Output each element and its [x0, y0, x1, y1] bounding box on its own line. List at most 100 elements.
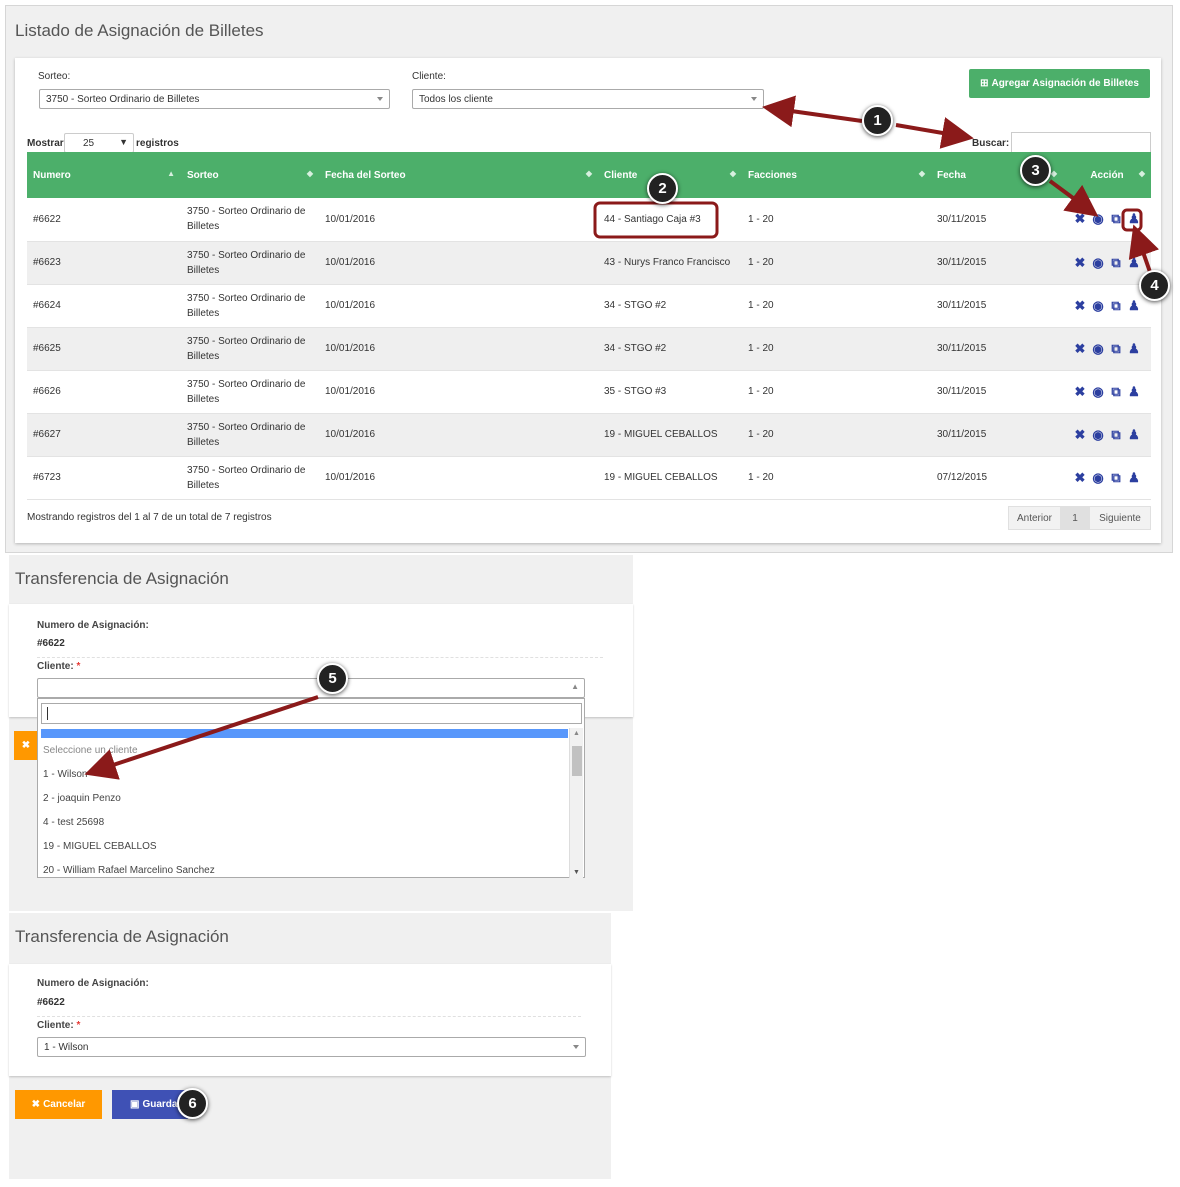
page-size-select[interactable]: 25 ▼: [64, 133, 134, 153]
external-link-icon[interactable]: ⧉: [1109, 341, 1123, 357]
dropdown-option[interactable]: Seleccione un cliente: [43, 745, 138, 756]
prev-page-button[interactable]: Anterior: [1008, 506, 1061, 530]
external-link-icon[interactable]: ⧉: [1109, 470, 1123, 486]
cell-sorteo: 3750 - Sorteo Ordinario de Billetes: [181, 413, 319, 457]
delete-icon[interactable]: ✖: [1073, 211, 1087, 227]
external-link-icon[interactable]: ⧉: [1109, 384, 1123, 400]
user-transfer-icon[interactable]: ♟: [1127, 298, 1141, 314]
view-eye-icon[interactable]: ◉: [1091, 384, 1105, 400]
sorteo-label: Sorteo:: [38, 71, 71, 82]
scrollbar-thumb[interactable]: [572, 746, 582, 776]
sort-icon: ◆: [306, 169, 313, 178]
plus-square-icon: ⊞: [980, 78, 989, 89]
scroll-up-icon: ▲: [573, 730, 580, 737]
view-eye-icon[interactable]: ◉: [1091, 470, 1105, 486]
mostrar-label: Mostrar: [27, 138, 64, 149]
view-eye-icon[interactable]: ◉: [1091, 211, 1105, 227]
col-numero[interactable]: Numero ▲: [27, 152, 181, 198]
user-transfer-icon[interactable]: ♟: [1127, 341, 1141, 357]
cell-cliente: 35 - STGO #3: [598, 370, 742, 414]
dropdown-option[interactable]: 4 - test 25698: [43, 817, 104, 828]
cell-fecha: 30/11/2015: [931, 198, 1063, 242]
close-icon: ✖: [21, 740, 31, 751]
cell-sorteo: 3750 - Sorteo Ordinario de Billetes: [181, 456, 319, 500]
cell-cliente: 19 - MIGUEL CEBALLOS: [598, 413, 742, 457]
user-transfer-icon[interactable]: ♟: [1127, 427, 1141, 443]
transfer-title: Transferencia de Asignación: [15, 927, 229, 946]
dropdown-scrollbar[interactable]: ▲ ▼: [569, 728, 583, 878]
cell-cliente: 44 - Santiago Caja #3: [598, 198, 742, 242]
callout-1: 1: [862, 105, 893, 136]
callout-6: 6: [177, 1088, 208, 1119]
page-1-button[interactable]: 1: [1061, 506, 1089, 530]
view-eye-icon[interactable]: ◉: [1091, 298, 1105, 314]
cell-numero: #6723: [27, 456, 181, 500]
cell-cliente: 19 - MIGUEL CEBALLOS: [598, 456, 742, 500]
cell-fecha-sorteo: 10/01/2016: [319, 413, 598, 457]
cell-sorteo: 3750 - Sorteo Ordinario de Billetes: [181, 284, 319, 328]
user-transfer-icon[interactable]: ♟: [1127, 255, 1141, 271]
transfer-screen-selected: Transferencia de Asignación Numero de As…: [9, 913, 611, 1179]
search-input[interactable]: [1011, 132, 1151, 153]
cell-facciones: 1 - 20: [742, 327, 931, 371]
page-title: Listado de Asignación de Billetes: [15, 21, 264, 40]
chevron-down-icon: [751, 97, 757, 101]
sorteo-select-value: 3750 - Sorteo Ordinario de Billetes: [46, 94, 200, 105]
delete-icon[interactable]: ✖: [1073, 384, 1087, 400]
col-accion[interactable]: Acción ◆: [1063, 152, 1151, 198]
delete-icon[interactable]: ✖: [1073, 298, 1087, 314]
cell-numero: #6623: [27, 241, 181, 285]
delete-icon[interactable]: ✖: [1073, 427, 1087, 443]
divider: [37, 657, 603, 658]
cell-sorteo: 3750 - Sorteo Ordinario de Billetes: [181, 327, 319, 371]
view-eye-icon[interactable]: ◉: [1091, 255, 1105, 271]
page-size-value: 25: [83, 138, 95, 149]
divider: [37, 1016, 581, 1017]
table-info: Mostrando registros del 1 al 7 de un tot…: [27, 512, 272, 523]
dropdown-option[interactable]: 2 - joaquin Penzo: [43, 793, 121, 804]
caret-down-icon: ▼: [119, 137, 128, 147]
external-link-icon[interactable]: ⧉: [1109, 427, 1123, 443]
cliente-filter-select[interactable]: Todos los cliente: [412, 89, 764, 109]
cell-facciones: 1 - 20: [742, 413, 931, 457]
cell-accion: ✖ ◉ ⧉ ♟: [1063, 284, 1151, 328]
dropdown-search-input[interactable]: [41, 703, 582, 724]
callout-4: 4: [1139, 270, 1170, 301]
dropdown-option[interactable]: 19 - MIGUEL CEBALLOS: [43, 841, 157, 852]
cell-fecha: 30/11/2015: [931, 413, 1063, 457]
text-cursor: [47, 707, 48, 720]
cliente-filter-value: Todos los cliente: [419, 94, 493, 105]
cell-facciones: 1 - 20: [742, 241, 931, 285]
view-eye-icon[interactable]: ◉: [1091, 427, 1105, 443]
user-transfer-icon[interactable]: ♟: [1127, 470, 1141, 486]
user-transfer-icon[interactable]: ♟: [1127, 211, 1141, 227]
table-row: #6625 3750 - Sorteo Ordinario de Billetes 1…: [27, 327, 1151, 371]
scroll-down-icon: ▼: [573, 869, 580, 876]
user-transfer-icon[interactable]: ♟: [1127, 384, 1141, 400]
next-page-button[interactable]: Siguiente: [1089, 506, 1151, 530]
col-sorteo[interactable]: Sorteo ◆: [181, 152, 319, 198]
cell-numero: #6626: [27, 370, 181, 414]
delete-icon[interactable]: ✖: [1073, 255, 1087, 271]
cliente-select[interactable]: 1 - Wilson: [37, 1037, 586, 1057]
highlighted-option[interactable]: [41, 729, 568, 738]
dropdown-option-wilson[interactable]: 1 - Wilson: [43, 769, 87, 780]
cancel-button[interactable]: ✖ Cancelar: [15, 1090, 102, 1119]
add-assignment-button[interactable]: ⊞ Agregar Asignación de Billetes: [969, 69, 1150, 98]
numero-label: Numero de Asignación:: [37, 978, 149, 989]
dropdown-option[interactable]: 20 - William Rafael Marcelino Sanchez: [43, 865, 215, 876]
col-facciones[interactable]: Facciones ◆: [742, 152, 931, 198]
view-eye-icon[interactable]: ◉: [1091, 341, 1105, 357]
cliente-select[interactable]: ▲: [37, 678, 585, 698]
table-row: #6622 3750 - Sorteo Ordinario de Billetes 1…: [27, 198, 1151, 242]
sorteo-select[interactable]: 3750 - Sorteo Ordinario de Billetes: [39, 89, 390, 109]
external-link-icon[interactable]: ⧉: [1109, 211, 1123, 227]
cancel-button[interactable]: ✖: [14, 731, 38, 760]
external-link-icon[interactable]: ⧉: [1109, 298, 1123, 314]
chevron-up-icon: ▲: [571, 682, 579, 691]
cell-numero: #6624: [27, 284, 181, 328]
col-fecha-sorteo[interactable]: Fecha del Sorteo ◆: [319, 152, 598, 198]
delete-icon[interactable]: ✖: [1073, 470, 1087, 486]
delete-icon[interactable]: ✖: [1073, 341, 1087, 357]
external-link-icon[interactable]: ⧉: [1109, 255, 1123, 271]
